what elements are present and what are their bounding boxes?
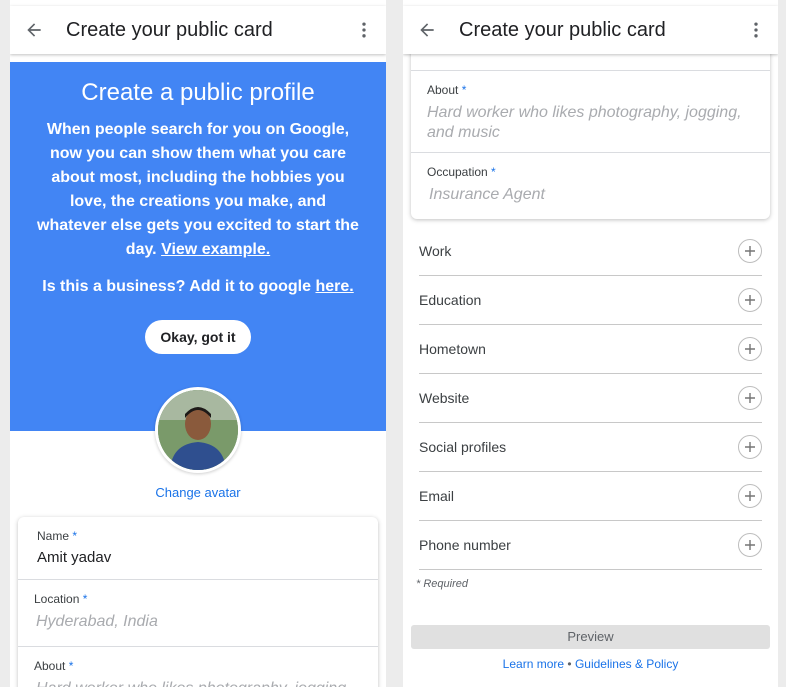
- location-placeholder: Hyderabad, India: [36, 613, 158, 630]
- left-screen: Create your public card Create a public …: [10, 0, 386, 687]
- more-vert-icon: [754, 22, 758, 38]
- page-title: Create your public card: [459, 18, 666, 41]
- arrow-back-icon: [420, 23, 434, 37]
- banner-description: When people search for you on Google, no…: [37, 121, 359, 258]
- section-row-work[interactable]: Work: [419, 227, 762, 276]
- section-row-phone-number[interactable]: Phone number: [419, 521, 762, 570]
- plus-circle-icon[interactable]: [738, 386, 762, 410]
- more-options-button[interactable]: [734, 6, 778, 54]
- footer-links: Learn more • Guidelines & Policy: [502, 657, 679, 671]
- section-label: Social profiles: [419, 439, 507, 455]
- guidelines-policy-link[interactable]: Guidelines & Policy: [575, 657, 678, 671]
- section-label: Email: [419, 488, 455, 504]
- plus-circle-icon[interactable]: [738, 288, 762, 312]
- business-link[interactable]: here.: [315, 278, 353, 295]
- page-title: Create your public card: [66, 18, 273, 41]
- section-label: Education: [419, 292, 482, 308]
- plus-circle-icon[interactable]: [738, 484, 762, 508]
- plus-circle-icon[interactable]: [738, 337, 762, 361]
- name-field[interactable]: Name * Amit yadav: [18, 517, 378, 580]
- view-example-link[interactable]: View example.: [161, 241, 270, 258]
- back-button[interactable]: [10, 6, 58, 54]
- okay-got-it-button[interactable]: Okay, got it: [145, 320, 251, 354]
- profile-form: About * Hard worker who likes photograph…: [411, 40, 770, 219]
- plus-circle-icon[interactable]: [738, 533, 762, 557]
- plus-circle-icon[interactable]: [738, 239, 762, 263]
- avatar[interactable]: [155, 387, 241, 473]
- location-field[interactable]: Location * Hyderabad, India: [18, 580, 378, 647]
- more-options-button[interactable]: [342, 6, 386, 54]
- section-label: Work: [419, 243, 452, 259]
- more-vert-icon: [362, 22, 366, 38]
- section-row-social-profiles[interactable]: Social profiles: [419, 423, 762, 472]
- name-value: Amit yadav: [37, 549, 112, 566]
- avatar-photo: [158, 390, 238, 470]
- about-field[interactable]: About * Hard worker who likes photograph…: [411, 71, 770, 153]
- learn-more-link[interactable]: Learn more: [503, 657, 564, 671]
- about-placeholder: Hard worker who likes photography, joggi…: [34, 679, 362, 687]
- section-label: Website: [419, 390, 470, 406]
- intro-banner: Create a public profile When people sear…: [10, 62, 386, 431]
- arrow-back-icon: [27, 23, 41, 37]
- change-avatar-link[interactable]: Change avatar: [10, 485, 386, 500]
- section-label: Phone number: [419, 537, 511, 553]
- section-row-hometown[interactable]: Hometown: [419, 325, 762, 374]
- section-row-email[interactable]: Email: [419, 472, 762, 521]
- section-row-education[interactable]: Education: [419, 276, 762, 325]
- app-bar: Create your public card: [403, 6, 778, 54]
- occupation-placeholder: Insurance Agent: [429, 186, 545, 203]
- required-note: * Required: [416, 578, 468, 590]
- occupation-field[interactable]: Occupation * Insurance Agent: [411, 153, 770, 219]
- business-prompt: Is this a business? Add it to google her…: [42, 278, 354, 295]
- about-field[interactable]: About * Hard worker who likes photograph…: [18, 647, 378, 687]
- banner-heading: Create a public profile: [81, 79, 315, 106]
- preview-button[interactable]: Preview: [411, 625, 770, 649]
- about-placeholder: Hard worker who likes photography, joggi…: [427, 104, 742, 141]
- back-button[interactable]: [403, 6, 451, 54]
- right-screen: Create your public card About * Hard wor…: [403, 0, 778, 687]
- section-row-website[interactable]: Website: [419, 374, 762, 423]
- plus-circle-icon[interactable]: [738, 435, 762, 459]
- app-bar: Create your public card: [10, 6, 386, 54]
- profile-form: Name * Amit yadav Location * Hyderabad, …: [18, 517, 378, 687]
- section-label: Hometown: [419, 341, 486, 357]
